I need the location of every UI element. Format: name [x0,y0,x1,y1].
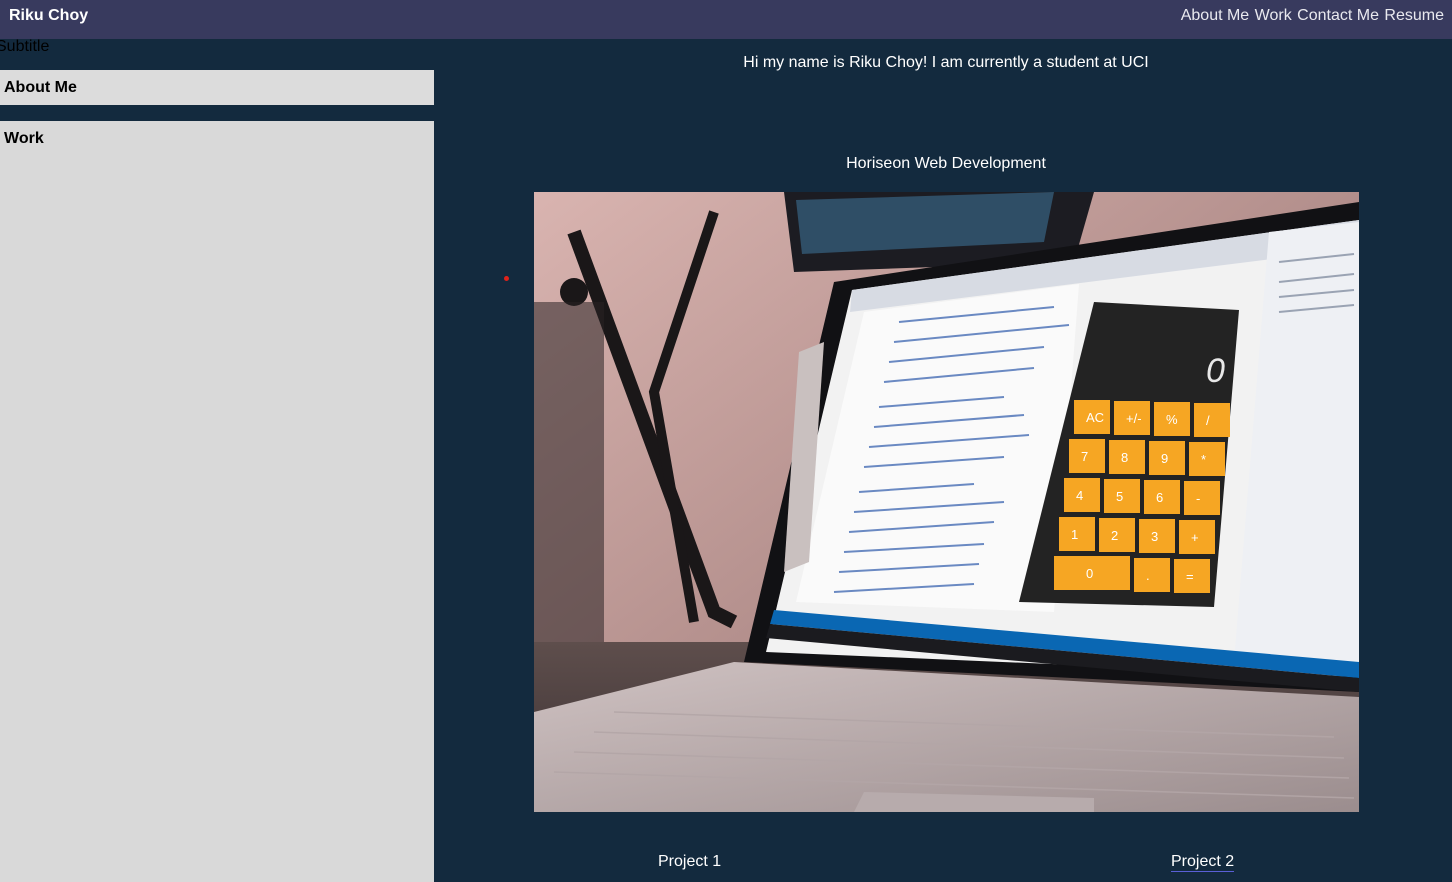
calculator-key-label: 6 [1156,490,1163,505]
calculator-key-label: 3 [1151,529,1158,544]
calculator-key-label: 9 [1161,451,1168,466]
calculator-key-label: * [1201,452,1206,467]
sidebar-heading-about-me: About Me [4,79,77,96]
calculator-key-label: - [1196,491,1200,506]
nav-link-about-me[interactable]: About Me [1181,7,1249,24]
calculator-key [1189,442,1225,476]
sidebar-heading-work: Work [4,130,44,147]
top-navigation-bar: Riku Choy About Me Work Contact Me Resum… [0,0,1452,39]
calculator-key-label: 5 [1116,489,1123,504]
nav-link-work[interactable]: Work [1255,7,1292,24]
sidebar-section-about-me: About Me [0,70,434,105]
project-2-link[interactable]: Project 2 [1171,853,1235,872]
calculator-key-label: . [1146,568,1150,583]
calculator-key-label: = [1186,569,1194,584]
nav-link-resume[interactable]: Resume [1384,7,1444,24]
sidebar: Subtitle About Me Work [0,39,434,882]
project-photo: 0 AC +/-% / 7 8 9 * 4 5 6 - 1 2 3 +0. = [534,192,1359,812]
sidebar-section-work: Work [0,121,434,882]
calculator-key [1134,558,1170,592]
red-dot-marker [504,276,509,281]
calculator-key-label: 7 [1081,449,1088,464]
project-title: Horiseon Web Development [846,155,1046,172]
calculator-key [1194,403,1230,437]
calculator-key-label: 1 [1071,527,1078,542]
intro-text: Hi my name is Riku Choy! I am currently … [743,54,1149,71]
calculator-key-label: 8 [1121,450,1128,465]
sidebar-subtitle: Subtitle [0,38,50,55]
calculator-key [1184,481,1220,515]
calculator-key-label: AC [1086,410,1104,425]
nav-link-contact-me[interactable]: Contact Me [1297,7,1379,24]
calculator-key-label: 0 [1086,566,1093,581]
calculator-display: 0 [1206,352,1225,390]
main-content: Hi my name is Riku Choy! I am currently … [434,39,1452,882]
calculator-key-label: 2 [1111,528,1118,543]
calculator-key-label: % [1166,412,1178,427]
calculator-key-label: / [1206,413,1210,428]
calculator-key-label: 4 [1076,488,1083,503]
calculator-key-label: + [1191,530,1199,545]
site-brand-link[interactable]: Riku Choy [9,7,88,25]
laptop-photo-illustration: 0 AC +/-% / 7 8 9 * 4 5 6 - 1 2 3 +0. = [534,192,1359,812]
project-1-link[interactable]: Project 1 [658,853,721,871]
main-nav: About Me Work Contact Me Resume [1180,7,1444,25]
calculator-key-label: +/- [1126,411,1142,426]
